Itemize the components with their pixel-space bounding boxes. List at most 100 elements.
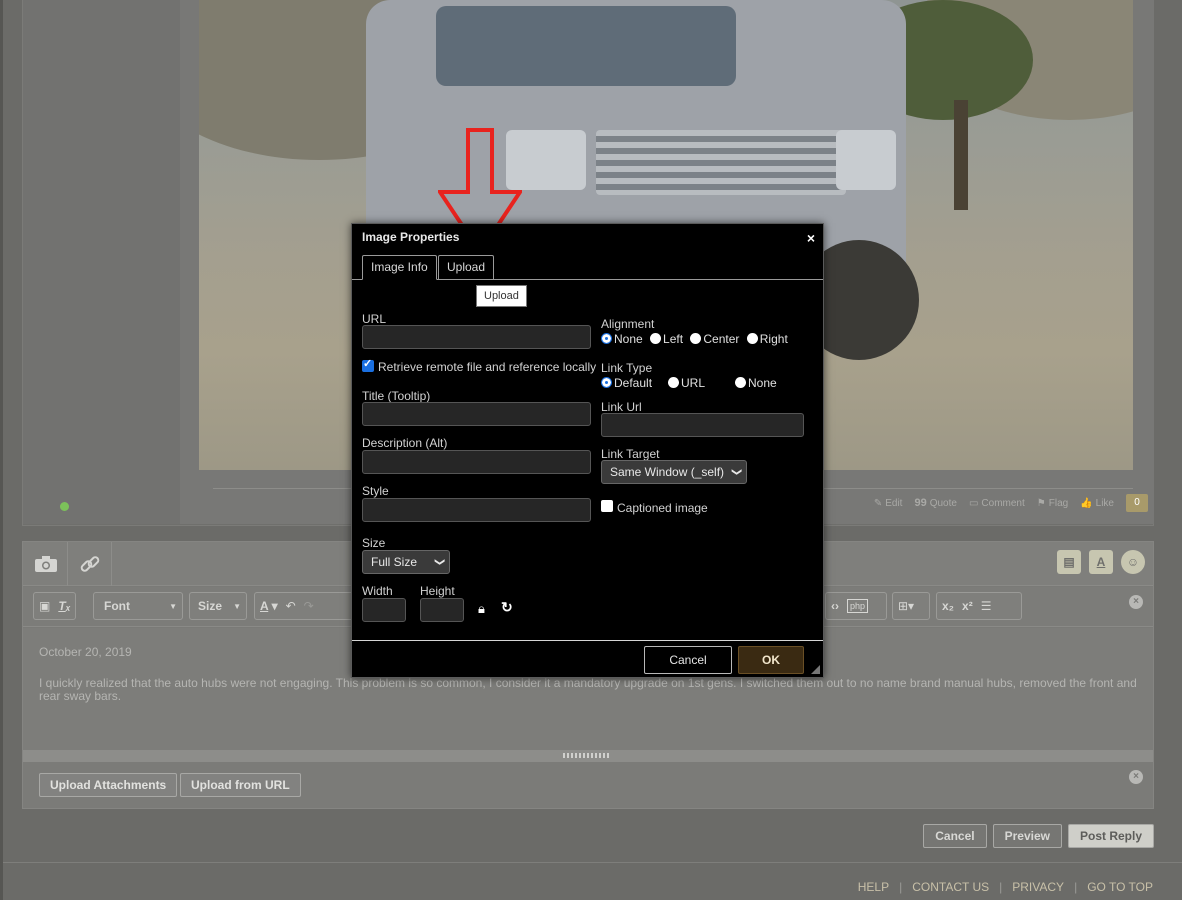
description-alt-input[interactable] (362, 450, 591, 474)
upload-from-url-button[interactable]: Upload from URL (180, 773, 301, 797)
redo-icon[interactable]: ↷ (304, 599, 314, 613)
captioned-image-checkbox[interactable] (601, 500, 613, 512)
alignment-none-option[interactable]: None (601, 332, 643, 346)
link-type-url-option[interactable]: URL (668, 376, 705, 390)
description-alt-label: Description (Alt) (362, 436, 448, 450)
height-input[interactable] (420, 598, 464, 622)
size-label: Size (362, 536, 386, 550)
radio-icon (690, 333, 702, 344)
editor-top-right-tools: ▤ A ☺ (1057, 550, 1145, 574)
table-icon: ⊞▾ (898, 599, 915, 613)
footer-link-privacy[interactable]: PRIVACY (1012, 880, 1064, 894)
footer-divider (3, 862, 1182, 863)
lock-ratio-icon[interactable]: 🔒︎ (478, 601, 485, 617)
retrieve-remote-checkbox[interactable] (362, 357, 374, 372)
dialog-ok-button[interactable]: OK (738, 646, 804, 674)
like-count-badge: 0 (1126, 494, 1148, 512)
footer-separator: | (1074, 880, 1078, 894)
close-icon[interactable]: × (807, 230, 815, 246)
width-input[interactable] (362, 598, 406, 622)
camera-icon[interactable] (29, 548, 63, 580)
font-color-icon[interactable]: A (1089, 550, 1113, 574)
subscript-icon[interactable]: x₂ (942, 599, 954, 613)
source-format-group: ▣ Tₓ (33, 592, 77, 620)
footer-links: HELP | CONTACT US | PRIVACY | GO TO TOP (858, 880, 1153, 894)
attachment-bar: Upload Attachments Upload from URL × (23, 762, 1153, 808)
footer-separator: | (999, 880, 1003, 894)
link-type-none-label: None (748, 376, 777, 390)
tab-upload[interactable]: Upload (438, 255, 495, 280)
text-color-icon[interactable]: A ▾ (260, 599, 278, 613)
tab-image-info[interactable]: Image Info (362, 255, 437, 280)
post-flag-action[interactable]: ⚑ Flag (1037, 498, 1068, 509)
cancel-reply-button[interactable]: Cancel (923, 824, 987, 848)
post-quote-action[interactable]: 99 Quote (914, 497, 957, 509)
close-attachments-icon[interactable]: × (1129, 770, 1143, 784)
dialog-cancel-button[interactable]: Cancel (644, 646, 732, 674)
code-icon[interactable]: ‹› (831, 599, 839, 613)
link-type-label: Link Type (601, 361, 653, 375)
alignment-center-option[interactable]: Center (690, 332, 739, 346)
height-label: Height (420, 584, 455, 598)
thumbs-up-icon: 👍 (1080, 497, 1093, 509)
dialog-resize-handle[interactable] (811, 665, 820, 674)
footer-link-go-to-top[interactable]: GO TO TOP (1087, 880, 1153, 894)
link-target-select[interactable]: Same Window (_self) ❯ (601, 460, 747, 484)
remove-format-icon[interactable]: Tₓ (58, 599, 70, 613)
link-type-default-option[interactable]: Default (601, 376, 652, 390)
footer-separator: | (899, 880, 903, 894)
superscript-icon[interactable]: x² (962, 599, 973, 613)
photo-truck-grille (596, 130, 846, 195)
link-type-none-option[interactable]: None (735, 376, 777, 390)
link-url-input[interactable] (601, 413, 804, 437)
preview-button[interactable]: Preview (992, 824, 1062, 848)
font-select-label: Font (104, 599, 130, 613)
size-select[interactable]: Size ▼ (189, 592, 247, 620)
source-icon[interactable]: ▣ (39, 599, 50, 613)
close-toolbar-icon[interactable]: × (1129, 595, 1143, 609)
link-target-value: Same Window (_self) (610, 465, 725, 479)
link-url-label: Link Url (601, 400, 642, 414)
chevron-down-icon: ▼ (233, 601, 241, 611)
title-tooltip-input[interactable] (362, 402, 591, 426)
upload-attachments-button[interactable]: Upload Attachments (39, 773, 178, 797)
post-like-action[interactable]: 👍 Like (1080, 498, 1114, 509)
alignment-left-option[interactable]: Left (650, 332, 683, 346)
photo-truck-windshield (436, 6, 736, 86)
flag-icon: ⚑ (1036, 497, 1046, 509)
horizontal-rule-icon[interactable]: ☰ (981, 599, 992, 613)
comment-icon: ▭ (968, 497, 979, 509)
smiley-icon[interactable]: ☺ (1121, 550, 1145, 574)
footer-link-contact[interactable]: CONTACT US (912, 880, 989, 894)
image-properties-dialog: Image Properties × Image Info Upload Upl… (351, 223, 824, 678)
reply-actions: Cancel Preview Post Reply (923, 824, 1154, 848)
title-tooltip-label: Title (Tooltip) (362, 389, 431, 403)
link-target-label: Link Target (601, 447, 660, 461)
editor-body-text: I quickly realized that the auto hubs we… (39, 676, 1137, 703)
php-icon[interactable]: php (847, 599, 869, 613)
link-icon[interactable] (73, 548, 107, 580)
upload-tooltip: Upload (476, 285, 527, 307)
radio-selected-icon (601, 377, 612, 388)
size-select-dropdown[interactable]: Full Size ❯ (362, 550, 450, 574)
reset-size-icon[interactable]: ↻ (501, 599, 513, 616)
table-button[interactable]: ⊞▾ (892, 592, 930, 620)
undo-icon[interactable]: ↶ (286, 599, 296, 613)
alignment-none-label: None (614, 332, 643, 346)
footer-link-help[interactable]: HELP (858, 880, 889, 894)
size-select-value: Full Size (371, 555, 418, 569)
alignment-right-option[interactable]: Right (746, 332, 788, 346)
url-input[interactable] (362, 325, 591, 349)
editor-resize-bar[interactable] (23, 750, 1153, 762)
post-edit-action[interactable]: ✎ Edit (874, 498, 903, 509)
style-input[interactable] (362, 498, 591, 522)
post-edit-label: Edit (885, 497, 903, 509)
photo-truck-headlight-right (836, 130, 896, 190)
post-comment-action[interactable]: ▭ Comment (969, 498, 1025, 509)
captioned-image-label: Captioned image (617, 501, 708, 515)
font-select[interactable]: Font ▼ (93, 592, 183, 620)
post-reply-button[interactable]: Post Reply (1067, 824, 1154, 848)
dialog-title: Image Properties (362, 230, 460, 244)
link-type-default-label: Default (614, 376, 653, 390)
clipboard-icon[interactable]: ▤ (1057, 550, 1081, 574)
